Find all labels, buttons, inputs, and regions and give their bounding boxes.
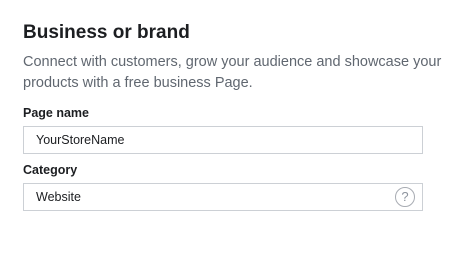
category-field-container: ? <box>23 183 423 211</box>
page-name-field-container <box>23 126 423 154</box>
business-brand-panel: Business or brand Connect with customers… <box>0 0 475 255</box>
page-name-label: Page name <box>23 106 90 120</box>
category-label: Category <box>23 163 78 177</box>
category-input[interactable] <box>36 190 396 204</box>
question-circle-icon[interactable]: ? <box>395 187 415 207</box>
page-name-input[interactable] <box>36 133 396 147</box>
section-description: Connect with customers, grow your audien… <box>23 54 442 91</box>
section-title: Business or brand <box>23 22 190 43</box>
